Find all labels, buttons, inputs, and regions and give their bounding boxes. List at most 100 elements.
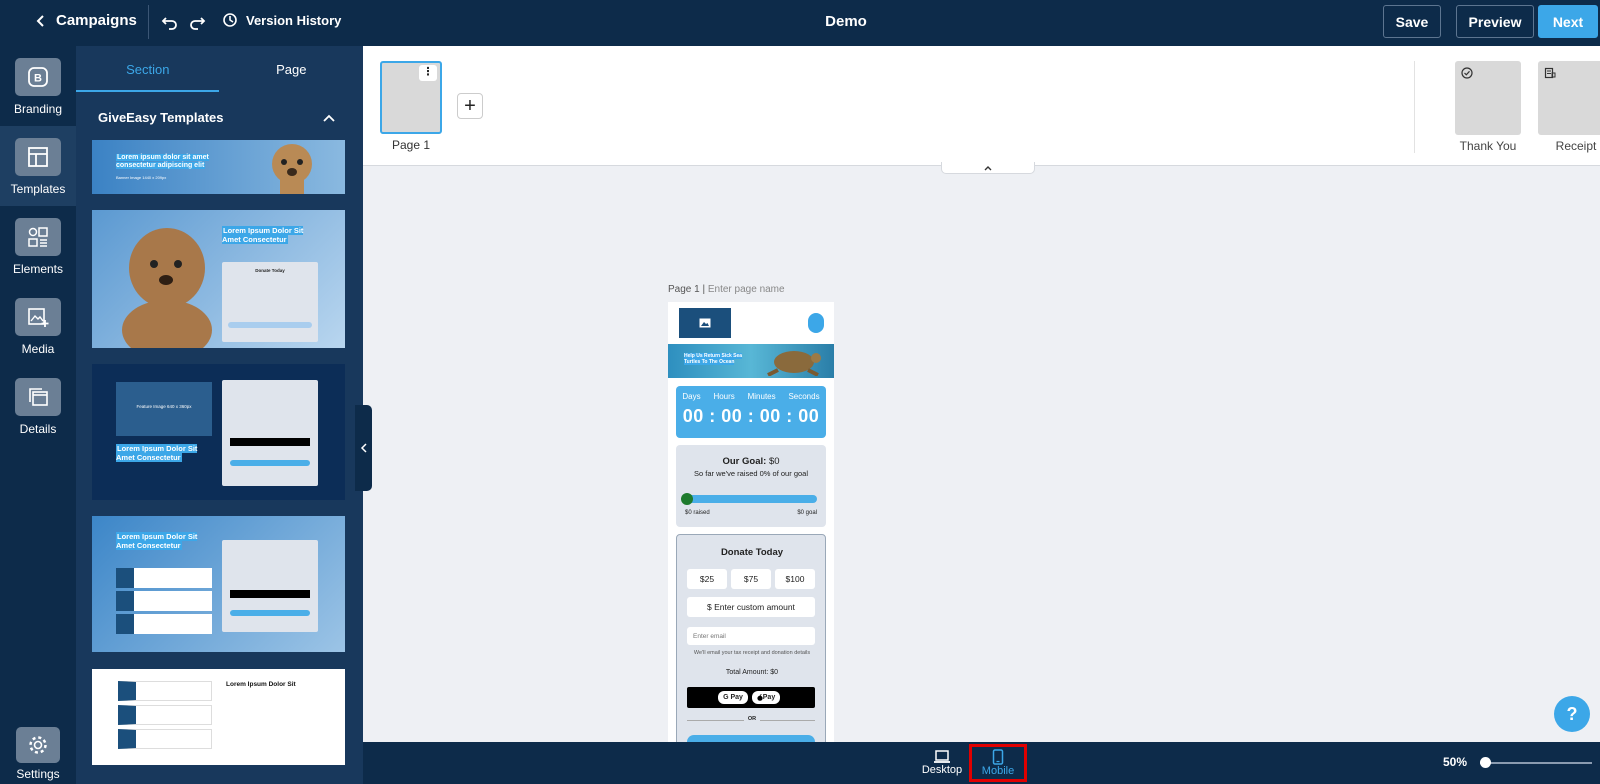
rail-label-media: Media [21,342,55,356]
goal-subtitle: So far we've raised 0% of our goal [694,469,808,478]
countdown-label-seconds: Seconds [788,392,820,401]
save-button[interactable]: Save [1383,5,1441,38]
express-pay-button[interactable]: G Pay Pay [687,687,815,708]
template-donate-cta [230,610,310,616]
dog-image-icon [122,228,212,348]
page-name-field[interactable]: Page 1 | Enter page name [668,284,785,295]
template-tier [118,681,212,701]
mobile-page-preview: Help Us Return Sick Sea Turtles To The O… [668,302,834,742]
template-tier [116,614,212,634]
chevron-up-icon[interactable] [322,112,336,124]
details-icon [15,378,61,416]
template-donate-cta [230,460,310,466]
left-rail: B Branding Templates Elements Media Deta… [0,46,76,784]
template-banner[interactable]: Lorem ipsum dolor sit amet consectetur a… [92,140,345,194]
image-icon [699,318,711,328]
preview-button[interactable]: Preview [1456,5,1534,38]
mobile-label: Mobile [981,765,1015,777]
template-feature-donate[interactable]: Feature Image 640 x 360px Lorem Ipsum Do… [92,364,345,500]
next-button[interactable]: Next [1538,5,1598,38]
rail-item-elements[interactable]: Elements [0,206,76,286]
share-icon[interactable] [808,313,824,333]
rail-item-details[interactable]: Details [0,366,76,446]
rail-label-settings: Settings [16,767,60,781]
gear-icon [16,727,60,763]
banner-image[interactable]: Help Us Return Sick Sea Turtles To The O… [668,344,834,378]
template-tiered-donate[interactable]: Lorem Ipsum Dolor Sit Amet Consectetur [92,516,345,652]
amount-button-100[interactable]: $100 [775,569,815,589]
laptop-icon [934,750,950,763]
zoom-slider[interactable] [1480,757,1592,768]
countdown-label-days: Days [682,392,701,401]
tab-page[interactable]: Page [220,46,364,92]
template-feature-label: Feature Image 640 x 360px [136,404,192,409]
goal-progress-bar [685,495,817,503]
zoom-slider-handle[interactable] [1480,757,1491,768]
template-feature-image: Feature Image 640 x 360px [116,382,212,436]
page-thumbnail-label: Page 1 [391,138,431,152]
goal-widget[interactable]: Our Goal: $0 So far we've raised 0% of o… [676,445,826,527]
custom-amount-input[interactable]: $ Enter custom amount [687,597,815,617]
donate-cta-button[interactable] [687,735,815,742]
logo-placeholder[interactable] [679,308,731,338]
rail-item-media[interactable]: Media [0,286,76,366]
rail-item-branding[interactable]: B Branding [0,46,76,126]
amount-button-75[interactable]: $75 [731,569,771,589]
template-headline: Lorem ipsum dolor sit amet consectetur a… [116,154,209,170]
receipt-icon [1544,67,1556,79]
goal-title: Our Goal: $0 [722,456,780,467]
templates-icon [15,138,61,176]
branding-icon: B [15,58,61,96]
page-name-prefix: Page 1 | [668,284,706,295]
thank-you-label: Thank You [1459,139,1517,153]
email-input[interactable] [687,627,815,645]
thank-you-page-thumbnail[interactable] [1455,61,1521,135]
mobile-view-button[interactable]: Mobile [969,744,1027,782]
media-icon [15,298,61,336]
rail-item-templates[interactable]: Templates [0,126,76,206]
collapse-panel-button[interactable] [355,405,372,491]
templates-heading: GiveEasy Templates [98,110,224,125]
add-page-button[interactable]: + [457,93,483,119]
countdown-labels: Days Hours Minutes Seconds [676,392,826,401]
donate-form[interactable]: Donate Today $25 $75 $100 $ Enter custom… [676,534,826,742]
template-headline: Lorem Ipsum Dolor Sit Amet Consectetur [222,226,304,244]
help-button[interactable]: ? [1554,696,1590,732]
total-amount: Total Amount: $0 [725,669,779,676]
template-tier [116,568,212,588]
donate-title: Donate Today [720,547,784,558]
page-thumbnail-1[interactable]: ⋮ [380,61,442,134]
template-donate-title: Donate Today [255,268,285,273]
template-donate-card [222,380,318,486]
check-circle-icon [1461,67,1473,79]
desktop-label: Desktop [921,764,963,776]
template-tiers-text[interactable]: Lorem Ipsum Dolor Sit [92,669,345,765]
countdown-widget[interactable]: Days Hours Minutes Seconds 00 : 00 : 00 … [676,386,826,438]
svg-text:B: B [34,73,42,85]
toggle-pages-strip-button[interactable] [941,162,1035,174]
rail-item-settings[interactable]: Settings [0,727,76,784]
page-name-placeholder[interactable]: Enter page name [708,284,785,295]
pages-strip: ⋮ Page 1 + Thank You Receipt [363,46,1600,166]
template-tier [118,705,212,725]
desktop-view-button[interactable]: Desktop [913,744,971,782]
receipt-page-thumbnail[interactable] [1538,61,1600,135]
raised-label: $0 raised [685,510,710,516]
rail-label-templates: Templates [10,182,66,196]
template-donate-cta [228,322,312,328]
chevron-up-icon [984,165,992,170]
template-headline: Lorem Ipsum Dolor Sit [226,681,296,688]
template-donate-card [222,540,318,632]
google-pay-badge: G Pay [718,691,748,704]
template-pay-bar [230,438,310,446]
template-tier [116,591,212,611]
template-headline: Lorem Ipsum Dolor Sit Amet Consectetur [116,532,198,550]
email-note: We'll email your tax receipt and donatio… [693,650,811,656]
tab-section[interactable]: Section [76,46,220,92]
campaign-title: Demo [825,13,867,30]
countdown-label-hours: Hours [713,392,735,401]
template-donate-card: Donate Today [222,262,318,342]
amount-button-25[interactable]: $25 [687,569,727,589]
kebab-menu-icon[interactable]: ⋮ [419,65,437,81]
template-hero-donate[interactable]: Lorem Ipsum Dolor Sit Amet Consectetur D… [92,210,345,348]
